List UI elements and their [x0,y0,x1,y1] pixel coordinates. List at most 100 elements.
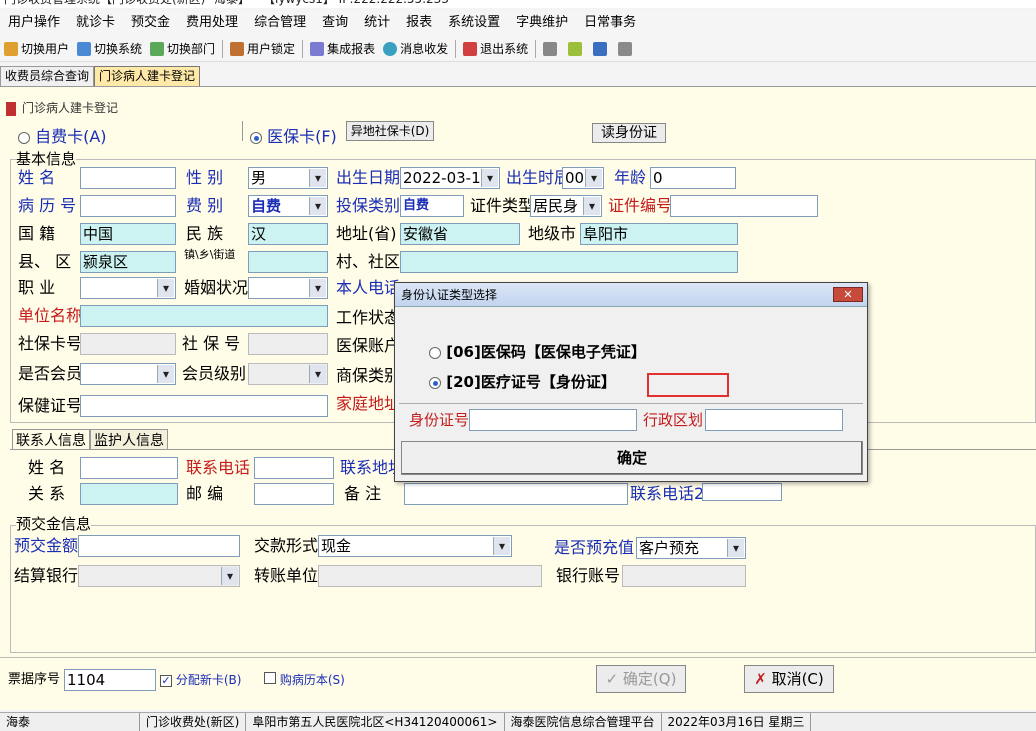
birth-time-label: 出生时辰 [506,168,562,187]
contact-name-input[interactable] [80,457,178,479]
status-bar: 海泰 门诊收费处(新区) 阜阳市第五人民医院北区<H34120400061> 海… [0,712,1036,731]
record-input[interactable] [80,195,176,217]
option-medical-code[interactable]: [06]医保码【医保电子凭证】 [429,341,646,362]
dialog-id-input[interactable] [469,409,637,431]
edit-button[interactable] [539,38,564,60]
deposit-amount-input[interactable] [78,535,240,557]
company-input[interactable] [80,305,328,327]
cancel-button[interactable]: ✗ 取消(C) [744,665,834,693]
nation-input[interactable]: 中国 [80,223,176,245]
tab-guardian[interactable]: 监护人信息 [90,429,168,450]
prepay-select[interactable]: 客户预充 [636,537,746,559]
relation-input[interactable] [80,483,178,505]
town-input[interactable] [248,251,328,273]
contact-phone2-input[interactable] [702,483,782,501]
exit-icon [463,41,478,56]
window-button[interactable] [614,38,639,60]
insurance-card-radio[interactable]: 医保卡(F) [250,123,337,147]
id-no-input[interactable] [670,195,818,217]
tab-cashier-query[interactable]: 收费员综合查询 [0,66,95,86]
gender-select[interactable]: 男 [248,167,328,189]
member-level-select[interactable] [248,363,328,385]
menu-report[interactable]: 报表 [398,12,440,34]
menu-dict[interactable]: 字典维护 [508,12,576,34]
city-input[interactable]: 阜阳市 [580,223,738,245]
close-icon: ✗ [754,670,767,688]
county-input[interactable]: 颍泉区 [80,251,176,273]
pay-method-select[interactable]: 现金 [318,535,512,557]
province-input[interactable]: 安徽省 [400,223,520,245]
contact-tab-bar: 联系人信息 监护人信息 [12,429,168,450]
dialog-region-input[interactable] [705,409,843,431]
switch-system-button[interactable]: 切换系统 [73,38,146,60]
account-input[interactable] [622,565,746,587]
marital-select[interactable] [248,277,328,299]
job-select[interactable] [80,277,176,299]
social-no-input[interactable] [248,333,328,355]
postcode-input[interactable] [254,483,334,505]
birth-time-select[interactable]: 00 [562,167,604,189]
menu-card[interactable]: 就诊卡 [68,12,123,34]
home-label: 家庭地址 [336,394,401,413]
panel-title: 门诊病人建卡登记 [6,99,118,116]
message-button[interactable]: 消息收发 [379,38,452,60]
menu-settings[interactable]: 系统设置 [440,12,508,34]
option-medical-id[interactable]: [20]医疗证号【身份证】 [429,371,616,392]
member-select[interactable] [80,363,176,385]
gender-label: 性 别 [186,168,224,187]
system-icon [77,41,92,56]
menu-deposit[interactable]: 预交金 [123,12,178,34]
receipt-input[interactable]: 1104 [64,669,156,691]
tool-button[interactable] [564,38,589,60]
transfer-label: 转账单位 [254,566,319,585]
village-input[interactable] [400,251,738,273]
book-button[interactable] [589,38,614,60]
health-input[interactable] [80,395,328,417]
remote-card-button[interactable]: 异地社保卡(D) [346,121,434,141]
fee-select[interactable]: 自费 [248,195,328,217]
lock-user-button[interactable]: 用户锁定 [226,38,299,60]
window-title: 门诊收费管理系统【门诊收费处(新区)--海泰】---【lywycs1】 IP:2… [0,0,1036,8]
social-card-input[interactable] [80,333,176,355]
exit-button[interactable]: 退出系统 [459,38,532,60]
contact-phone-input[interactable] [254,457,334,479]
bank-select[interactable] [78,565,240,587]
menu-stats[interactable]: 统计 [356,12,398,34]
menu-query[interactable]: 查询 [314,12,356,34]
menu-user[interactable]: 用户操作 [0,12,68,34]
read-id-button[interactable]: 读身份证 [592,123,666,143]
id-type-select[interactable]: 居民身 [530,195,602,217]
job-label: 职 业 [18,278,56,297]
menu-fee[interactable]: 费用处理 [178,12,246,34]
radio-icon [250,131,262,144]
social-card-label: 社保卡号 [18,334,83,353]
menu-daily[interactable]: 日常事务 [576,12,644,34]
switch-user-button[interactable]: 切换用户 [0,38,73,60]
transfer-input[interactable] [318,565,542,587]
new-card-checkbox[interactable]: ✓ 分配新卡(B) [160,671,241,688]
switch-dept-button[interactable]: 切换部门 [146,38,219,60]
social-no-label: 社 保 号 [182,334,241,353]
window-icon [618,41,633,56]
age-input[interactable]: 0 [650,167,736,189]
close-icon[interactable]: ✕ [833,287,863,302]
city-label: 地级市 [528,224,577,243]
confirm-button[interactable]: ✓ 确定(Q) [596,665,686,693]
menu-bar: 用户操作 就诊卡 预交金 费用处理 综合管理 查询 统计 报表 系统设置 字典维… [0,12,1036,34]
self-card-radio[interactable]: 自费卡(A) [18,123,107,147]
account-label: 银行账号 [556,566,621,585]
name-input[interactable] [80,167,176,189]
record-label: 病 历 号 [18,196,77,215]
tab-card-registration[interactable]: 门诊病人建卡登记 [94,66,201,86]
buy-record-checkbox[interactable]: 购病历本(S) [264,671,345,688]
birth-date-picker[interactable]: 2022-03-16 [400,167,500,189]
ethnic-input[interactable]: 汉 [248,223,328,245]
tab-contact[interactable]: 联系人信息 [12,429,90,450]
receipt-label: 票据序号 [8,672,61,687]
dialog-ok-button[interactable]: 确定 [401,441,863,475]
report-button[interactable]: 集成报表 [306,38,379,60]
menu-manage[interactable]: 综合管理 [246,12,314,34]
note-input[interactable] [404,483,628,505]
id-no-label: 证件编号 [608,196,673,215]
ins-type-input[interactable]: 自费 [400,195,464,217]
